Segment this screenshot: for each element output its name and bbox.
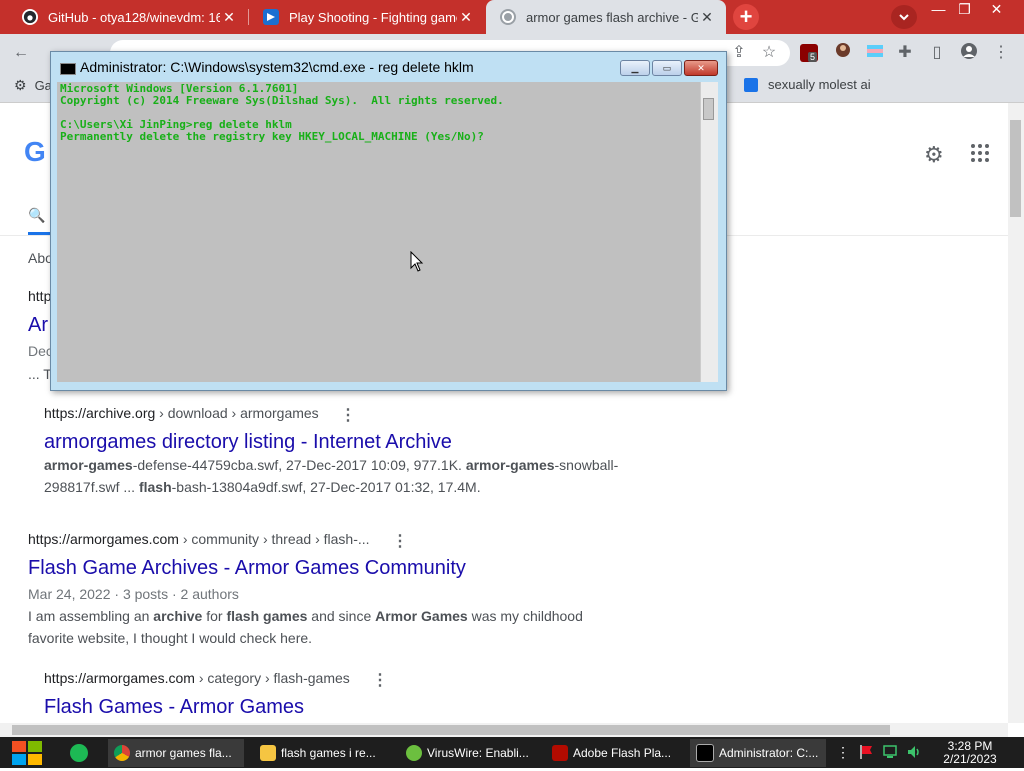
result-title-link[interactable]: Flash Games - Armor Games <box>44 696 304 719</box>
result-url[interactable]: http <box>28 288 51 304</box>
tab-armor-games-search[interactable]: armor games flash archive - Go ✕ <box>486 0 726 34</box>
taskbar-item-label: armor games fla... <box>135 746 232 760</box>
window-close-button[interactable]: ✕ <box>980 0 1013 18</box>
chrome-icon <box>114 745 130 761</box>
cmd-icon <box>696 744 714 762</box>
cmd-minimize-button[interactable]: ▁ <box>620 60 650 76</box>
game-site-icon <box>263 9 279 25</box>
bookmark-label: sexually molest ai <box>768 77 871 92</box>
result-breadcrumb: › category › flash-games <box>194 670 350 686</box>
tab-github[interactable]: GitHub - otya128/winevdm: 16-b ✕ <box>8 0 248 34</box>
tab-close-icon[interactable]: ✕ <box>220 9 238 26</box>
side-panel-icon[interactable]: ▯ <box>926 42 948 64</box>
apps-grid-icon[interactable] <box>970 143 990 168</box>
taskbar-item-label: flash games i re... <box>281 746 376 760</box>
taskbar-item-cmd[interactable]: Administrator: C:... <box>690 739 826 767</box>
octocat-icon: ⚙ <box>14 77 27 93</box>
cmd-window-icon[interactable] <box>60 63 76 75</box>
volume-icon[interactable] <box>906 744 922 760</box>
tab-close-icon[interactable]: ✕ <box>698 9 716 26</box>
flag-extension-icon[interactable] <box>864 42 886 64</box>
extensions-puzzle-icon[interactable]: ✚ <box>894 42 916 64</box>
result-domain: https://armorgames.com <box>44 670 195 686</box>
mouse-cursor-icon <box>410 250 424 278</box>
menu-dots-icon[interactable]: ⋮ <box>990 42 1012 64</box>
flash-icon <box>552 745 568 761</box>
result-title-link[interactable]: armorgames directory listing - Internet … <box>44 431 452 454</box>
console-line: Copyright (c) 2014 Freeware Sys(Dilshad … <box>60 94 504 107</box>
result-title-link[interactable]: Flash Game Archives - Armor Games Commun… <box>28 557 466 580</box>
settings-gear-icon[interactable]: ⚙ <box>924 142 944 168</box>
tab-search-button[interactable] <box>891 5 917 29</box>
result-breadcrumb: › community › thread › flash-... <box>178 531 370 547</box>
result-title-link[interactable]: Ar <box>28 314 48 337</box>
taskbar-item-viruswire[interactable]: VirusWire: Enabli... <box>400 739 536 767</box>
console-line: Permanently delete the registry key HKEY… <box>60 130 484 143</box>
bookmark-star-icon[interactable]: ☆ <box>758 42 780 64</box>
result-snippet: ... T <box>28 366 52 382</box>
result-url[interactable]: https://armorgames.com › community › thr… <box>28 531 370 547</box>
tab-title: Play Shooting - Fighting games <box>289 9 457 25</box>
tab-title: armor games flash archive - Go <box>526 9 698 25</box>
avatar-extension-icon[interactable] <box>832 42 854 64</box>
extension-badge: 5 <box>808 52 818 62</box>
cmd-close-button[interactable]: ✕ <box>684 60 718 76</box>
network-icon[interactable] <box>882 744 898 760</box>
bookmark-item[interactable]: ⚙ Ga <box>14 77 52 94</box>
window-maximize-button[interactable]: ❐ <box>948 0 981 18</box>
viruswire-icon <box>406 745 422 761</box>
result-breadcrumb: › download › armorgames <box>155 405 319 421</box>
clock-date: 2/21/2023 <box>943 752 997 766</box>
result-domain: https://armorgames.com <box>28 531 179 547</box>
result-meta: Mar 24, 2022 · 3 posts · 2 authors <box>28 586 239 602</box>
cmd-window-title: Administrator: C:\Windows\system32\cmd.e… <box>80 59 474 75</box>
new-tab-button[interactable]: + <box>733 4 759 30</box>
tray-overflow-icon[interactable]: ⋮ <box>836 744 850 761</box>
bookmark-item[interactable]: sexually molest ai <box>744 77 871 92</box>
system-clock[interactable]: 3:28 PM 2/21/2023 <box>930 740 1010 766</box>
result-url[interactable]: https://armorgames.com › category › flas… <box>44 670 350 686</box>
result-options-icon[interactable]: ⋮ <box>392 531 408 551</box>
result-url[interactable]: https://archive.org › download › armorga… <box>44 405 319 421</box>
result-snippet: I am assembling an archive for flash gam… <box>28 608 583 646</box>
ublock-icon[interactable]: 5 <box>800 44 818 62</box>
taskbar-item-flash[interactable]: Adobe Flash Pla... <box>546 739 682 767</box>
spotify-icon[interactable] <box>70 744 88 762</box>
share-icon[interactable]: ⇪ <box>728 42 750 64</box>
bookmark-favicon-icon <box>744 77 758 92</box>
tab-play-shooting[interactable]: Play Shooting - Fighting games ✕ <box>249 0 485 34</box>
taskbar-item-folder[interactable]: flash games i re... <box>254 739 390 767</box>
taskbar-item-label: Administrator: C:... <box>719 746 819 760</box>
google-logo[interactable]: G <box>24 136 46 168</box>
vertical-scroll-thumb[interactable] <box>1010 120 1021 217</box>
search-tab-icon[interactable]: 🔍 <box>28 207 45 224</box>
result-options-icon[interactable]: ⋮ <box>372 670 388 690</box>
action-center-flag-icon[interactable] <box>858 744 874 760</box>
result-domain: https://archive.org <box>44 405 156 421</box>
tab-title: GitHub - otya128/winevdm: 16-b <box>48 9 220 25</box>
result-options-icon[interactable]: ⋮ <box>340 405 356 425</box>
result-snippet: armor-games-defense-44759cba.swf, 27-Dec… <box>44 457 619 495</box>
start-button-icon[interactable] <box>10 740 44 771</box>
profile-icon[interactable] <box>958 42 980 64</box>
folder-icon <box>260 745 276 761</box>
github-icon <box>22 9 38 25</box>
cmd-maximize-button[interactable]: ▭ <box>652 60 682 76</box>
loading-icon <box>500 9 516 25</box>
taskbar-item-label: VirusWire: Enabli... <box>427 746 529 760</box>
horizontal-scroll-thumb[interactable] <box>12 725 890 735</box>
taskbar-item-label: Adobe Flash Pla... <box>573 746 672 760</box>
tab-close-icon[interactable]: ✕ <box>457 9 475 26</box>
console-scroll-thumb[interactable] <box>703 98 714 120</box>
console-scrollbar[interactable] <box>700 82 718 382</box>
taskbar-item-chrome[interactable]: armor games fla... <box>108 739 244 767</box>
back-arrow-icon[interactable]: ← <box>10 42 32 64</box>
